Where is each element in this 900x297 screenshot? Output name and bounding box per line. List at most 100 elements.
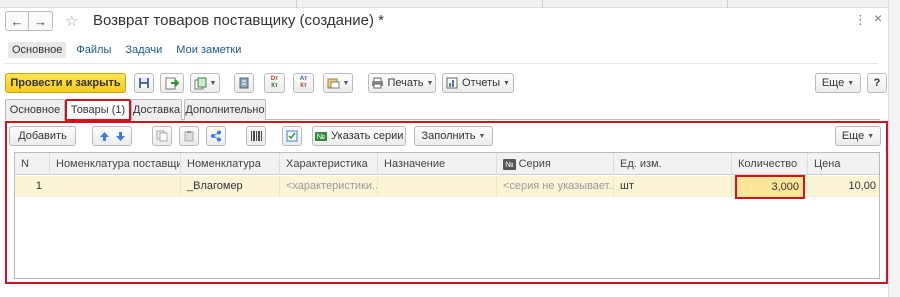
cell-n[interactable]: 1 (15, 176, 45, 197)
cell-quantity[interactable]: 3,000 (735, 175, 805, 199)
print-label: Печать (387, 77, 424, 89)
col-header-quantity[interactable]: Количество (732, 153, 808, 175)
table-toolbar: Добавить № Указать серии Заполнить ▼ Еще ▼ (9, 126, 881, 146)
top-strip-divider (542, 0, 543, 8)
col-header-purpose[interactable]: Назначение (378, 153, 497, 175)
more-button[interactable]: Еще ▼ (815, 73, 861, 93)
tax-accounting-icon-sub: Кт (300, 83, 307, 89)
barcode-scan-icon (251, 131, 262, 141)
journal-icon (239, 77, 249, 89)
copy-row-button[interactable] (152, 126, 172, 146)
add-row-button[interactable]: Добавить (9, 126, 76, 146)
split-row-button[interactable] (206, 126, 226, 146)
favorite-star-icon[interactable]: ☆ (65, 12, 78, 30)
create-based-on-button[interactable]: ▼ (190, 73, 220, 93)
col-header-price[interactable]: Цена (808, 153, 879, 175)
chevron-down-icon: ▼ (478, 132, 486, 140)
section-links: Основное Файлы Задачи Мои заметки (8, 42, 251, 58)
arrow-up-icon[interactable] (99, 131, 110, 142)
chevron-down-icon: ▼ (426, 79, 434, 87)
cell-purpose[interactable] (378, 176, 497, 197)
series-number-icon: № (503, 159, 516, 170)
document-journal-button[interactable] (234, 73, 254, 93)
right-scroll-strip[interactable] (888, 0, 900, 297)
arrow-right-icon: → (34, 13, 47, 29)
more-label: Еще (821, 77, 845, 89)
create-based-icon (194, 77, 207, 89)
specify-series-label: Указать серии (331, 130, 404, 142)
series-number-icon: № (314, 131, 328, 141)
tab-goods[interactable]: Товары (1) (65, 99, 131, 121)
arrow-down-icon[interactable] (115, 131, 126, 142)
dt-kt-button[interactable]: Dт Кт (264, 73, 285, 93)
tab-delivery[interactable]: Доставка (131, 99, 182, 120)
command-bar: Провести и закрыть ▼ Dт Кт Aт Кт ▼ Печат… (5, 73, 887, 93)
barcode-button[interactable] (246, 126, 266, 146)
save-button[interactable] (134, 73, 154, 93)
col-header-unit[interactable]: Ед. изм. (614, 153, 732, 175)
reports-button[interactable]: Отчеты ▼ (442, 73, 514, 93)
at-kt-button[interactable]: Aт Кт (293, 73, 314, 93)
clipboard-icon (327, 78, 340, 89)
col-header-supplier-item[interactable]: Номенклатура поставщика (50, 153, 181, 175)
reports-label: Отчеты (462, 77, 501, 89)
top-strip-divider (296, 0, 297, 8)
forward-button[interactable]: → (29, 11, 53, 31)
section-files[interactable]: Файлы (72, 42, 115, 58)
copy-icon (156, 130, 168, 142)
col-header-item[interactable]: Номенклатура (181, 153, 280, 175)
form-tabs: Основное Товары (1) Доставка Дополнитель… (5, 99, 880, 121)
more-vertical-icon[interactable]: ⋮ (854, 12, 867, 28)
floppy-disk-icon (139, 78, 149, 88)
help-button[interactable]: ? (867, 73, 887, 93)
tax-accounting-icon: Aт (299, 76, 308, 82)
checklist-icon (286, 130, 298, 142)
section-main[interactable]: Основное (8, 42, 67, 58)
divider (5, 63, 878, 64)
post-and-close-button[interactable]: Провести и закрыть (5, 73, 126, 93)
cell-item[interactable]: _Влагомер (181, 176, 280, 197)
table-header: N Номенклатура поставщика Номенклатура Х… (15, 153, 879, 175)
print-button[interactable]: Печать ▼ (368, 73, 436, 93)
debit-credit-icon: Dт (270, 76, 279, 82)
fill-button[interactable]: Заполнить ▼ (414, 126, 493, 146)
cell-series[interactable]: <серия не указывает... (497, 176, 614, 197)
share-icon (211, 130, 221, 142)
tab-main[interactable]: Основное (5, 99, 65, 120)
table-more-button[interactable]: Еще ▼ (835, 126, 881, 146)
post-document-icon (165, 77, 179, 89)
paste-icon (184, 131, 194, 142)
move-row-buttons (92, 126, 132, 146)
top-tab-strip (0, 0, 900, 8)
history-nav: ← → (5, 11, 53, 31)
col-header-characteristic[interactable]: Характеристика (280, 153, 378, 175)
report-icon (446, 77, 458, 89)
section-notes[interactable]: Мои заметки (172, 42, 245, 58)
chevron-down-icon: ▼ (867, 132, 875, 140)
post-button[interactable] (160, 73, 184, 93)
paste-button[interactable] (179, 126, 199, 146)
chevron-down-icon: ▼ (209, 79, 217, 87)
attachments-button[interactable]: ▼ (323, 73, 353, 93)
chevron-down-icon: ▼ (847, 79, 855, 87)
cell-price[interactable]: 10,00 (808, 176, 879, 197)
back-button[interactable]: ← (5, 11, 29, 31)
cell-unit[interactable]: шт (614, 176, 732, 197)
specify-series-button[interactable]: № Указать серии (312, 126, 406, 146)
cell-characteristic[interactable]: <характеристики... (280, 176, 378, 197)
fill-label: Заполнить (421, 130, 476, 142)
section-tasks[interactable]: Задачи (121, 42, 166, 58)
cell-supplier-item[interactable] (50, 176, 181, 197)
pick-goods-button[interactable] (282, 126, 302, 146)
arrow-left-icon: ← (10, 13, 24, 29)
col-header-series[interactable]: № Серия (497, 153, 614, 175)
table-more-label: Еще (841, 130, 865, 142)
debit-credit-icon-sub: Кт (271, 83, 278, 89)
top-strip-divider (727, 0, 728, 8)
col-header-series-label: Серия (518, 158, 551, 170)
printer-icon (371, 77, 383, 89)
col-header-n[interactable]: N (15, 153, 50, 175)
tab-additional[interactable]: Дополнительно (184, 99, 266, 120)
close-icon[interactable]: × (874, 10, 882, 26)
goods-table: N Номенклатура поставщика Номенклатура Х… (14, 152, 880, 279)
